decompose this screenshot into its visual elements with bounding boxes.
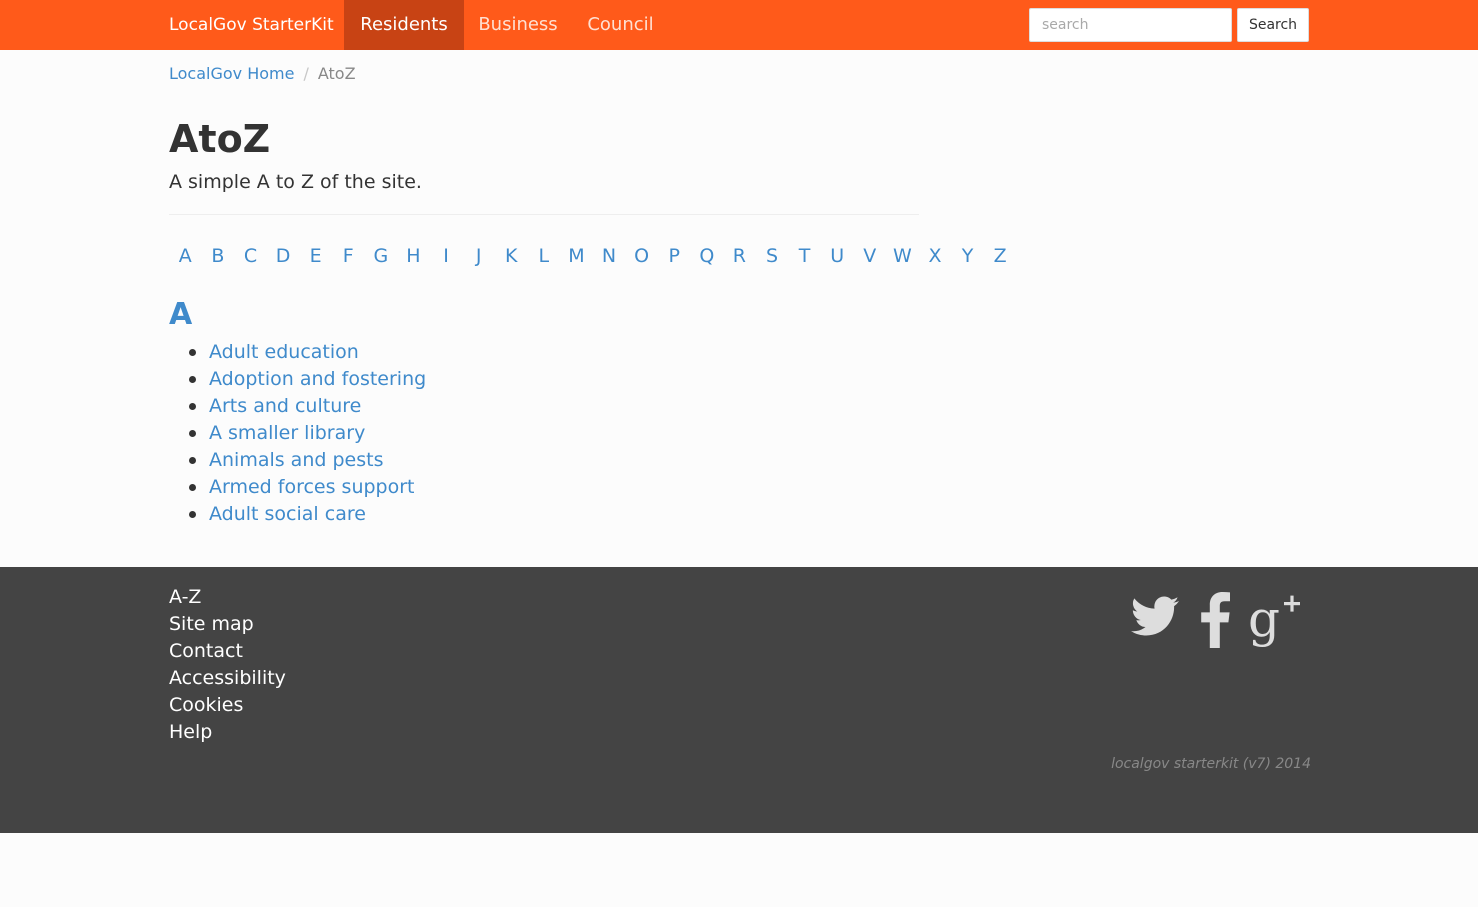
breadcrumb-current: AtoZ [317, 64, 356, 83]
footer-link-item: Cookies [169, 692, 286, 719]
list-item-link[interactable]: Arts and culture [209, 395, 361, 417]
list-item: Adult social care [169, 501, 426, 528]
letter-link-o[interactable]: O [625, 240, 658, 272]
bullet-icon [189, 457, 196, 464]
footer-link-cookies[interactable]: Cookies [169, 694, 243, 716]
footer-copyright: localgov starterkit (v7) 2014 [1111, 756, 1311, 772]
letter-link-u[interactable]: U [821, 240, 854, 272]
letter-link-p[interactable]: P [658, 240, 691, 272]
footer-link-contact[interactable]: Contact [169, 640, 243, 662]
brand-link[interactable]: LocalGov StarterKit [169, 0, 334, 50]
google-plus-icon[interactable]: g [1248, 592, 1302, 648]
nav-council[interactable]: Council [572, 0, 669, 50]
svg-text:g: g [1248, 592, 1280, 648]
letter-link-q[interactable]: Q [691, 240, 724, 272]
section-item-list: Adult education Adoption and fostering A… [169, 339, 426, 528]
letter-link-f[interactable]: F [332, 240, 365, 272]
letter-link-v[interactable]: V [853, 240, 886, 272]
footer-link-item: Contact [169, 638, 286, 665]
nav-residents[interactable]: Residents [344, 0, 464, 50]
list-item: Animals and pests [169, 447, 426, 474]
list-item-link[interactable]: Armed forces support [209, 476, 415, 498]
twitter-icon[interactable] [1131, 592, 1179, 640]
divider [169, 214, 919, 215]
letter-link-i[interactable]: I [430, 240, 463, 272]
top-navbar: LocalGov StarterKit Residents Business C… [0, 0, 1478, 50]
page-intro: A simple A to Z of the site. [169, 171, 422, 193]
facebook-icon[interactable] [1199, 592, 1231, 648]
footer-link-help[interactable]: Help [169, 721, 212, 743]
bullet-icon [189, 430, 196, 437]
list-item-link[interactable]: Adoption and fostering [209, 368, 426, 390]
footer-link-item: A-Z [169, 584, 286, 611]
letter-link-g[interactable]: G [365, 240, 398, 272]
letter-link-w[interactable]: W [886, 240, 919, 272]
letter-link-l[interactable]: L [528, 240, 561, 272]
footer-link-item: Help [169, 719, 286, 746]
footer-link-accessibility[interactable]: Accessibility [169, 667, 286, 689]
letter-link-j[interactable]: J [462, 240, 495, 272]
list-item: Arts and culture [169, 393, 426, 420]
list-item-link[interactable]: Animals and pests [209, 449, 383, 471]
letter-link-t[interactable]: T [788, 240, 821, 272]
bullet-icon [189, 511, 196, 518]
letter-link-z[interactable]: Z [984, 240, 1017, 272]
section-heading: A [169, 297, 193, 332]
footer: A-Z Site map Contact Accessibility Cooki… [0, 567, 1478, 833]
bullet-icon [189, 349, 196, 356]
footer-link-site-map[interactable]: Site map [169, 613, 254, 635]
breadcrumb-separator: / [303, 64, 309, 83]
bullet-icon [189, 484, 196, 491]
list-item: Armed forces support [169, 474, 426, 501]
list-item-link[interactable]: Adult social care [209, 503, 366, 525]
breadcrumb-home-link[interactable]: LocalGov Home [169, 64, 294, 83]
bullet-icon [189, 403, 196, 410]
footer-links: A-Z Site map Contact Accessibility Cooki… [169, 584, 286, 746]
list-item-link[interactable]: Adult education [209, 341, 359, 363]
letter-link-a[interactable]: A [169, 240, 202, 272]
footer-link-item: Site map [169, 611, 286, 638]
footer-link-a-z[interactable]: A-Z [169, 586, 201, 608]
list-item: Adult education [169, 339, 426, 366]
nav-business[interactable]: Business [464, 0, 572, 50]
search-button[interactable]: Search [1237, 8, 1309, 42]
list-item: Adoption and fostering [169, 366, 426, 393]
letter-link-r[interactable]: R [723, 240, 756, 272]
letter-link-h[interactable]: H [397, 240, 430, 272]
bullet-icon [189, 376, 196, 383]
search-input[interactable] [1029, 8, 1232, 42]
letter-link-k[interactable]: K [495, 240, 528, 272]
list-item-link[interactable]: A smaller library [209, 422, 365, 444]
letter-link-n[interactable]: N [593, 240, 626, 272]
letter-link-y[interactable]: Y [951, 240, 984, 272]
letter-link-e[interactable]: E [299, 240, 332, 272]
letter-link-x[interactable]: X [919, 240, 952, 272]
letter-link-s[interactable]: S [756, 240, 789, 272]
page-title: AtoZ [169, 117, 271, 161]
breadcrumb: LocalGov Home / AtoZ [169, 62, 356, 86]
list-item: A smaller library [169, 420, 426, 447]
letter-link-c[interactable]: C [234, 240, 267, 272]
letter-link-m[interactable]: M [560, 240, 593, 272]
letter-link-d[interactable]: D [267, 240, 300, 272]
letter-link-b[interactable]: B [202, 240, 235, 272]
footer-link-item: Accessibility [169, 665, 286, 692]
letter-nav: A B C D E F G H I J K L M N O P Q R S T … [169, 240, 1016, 272]
